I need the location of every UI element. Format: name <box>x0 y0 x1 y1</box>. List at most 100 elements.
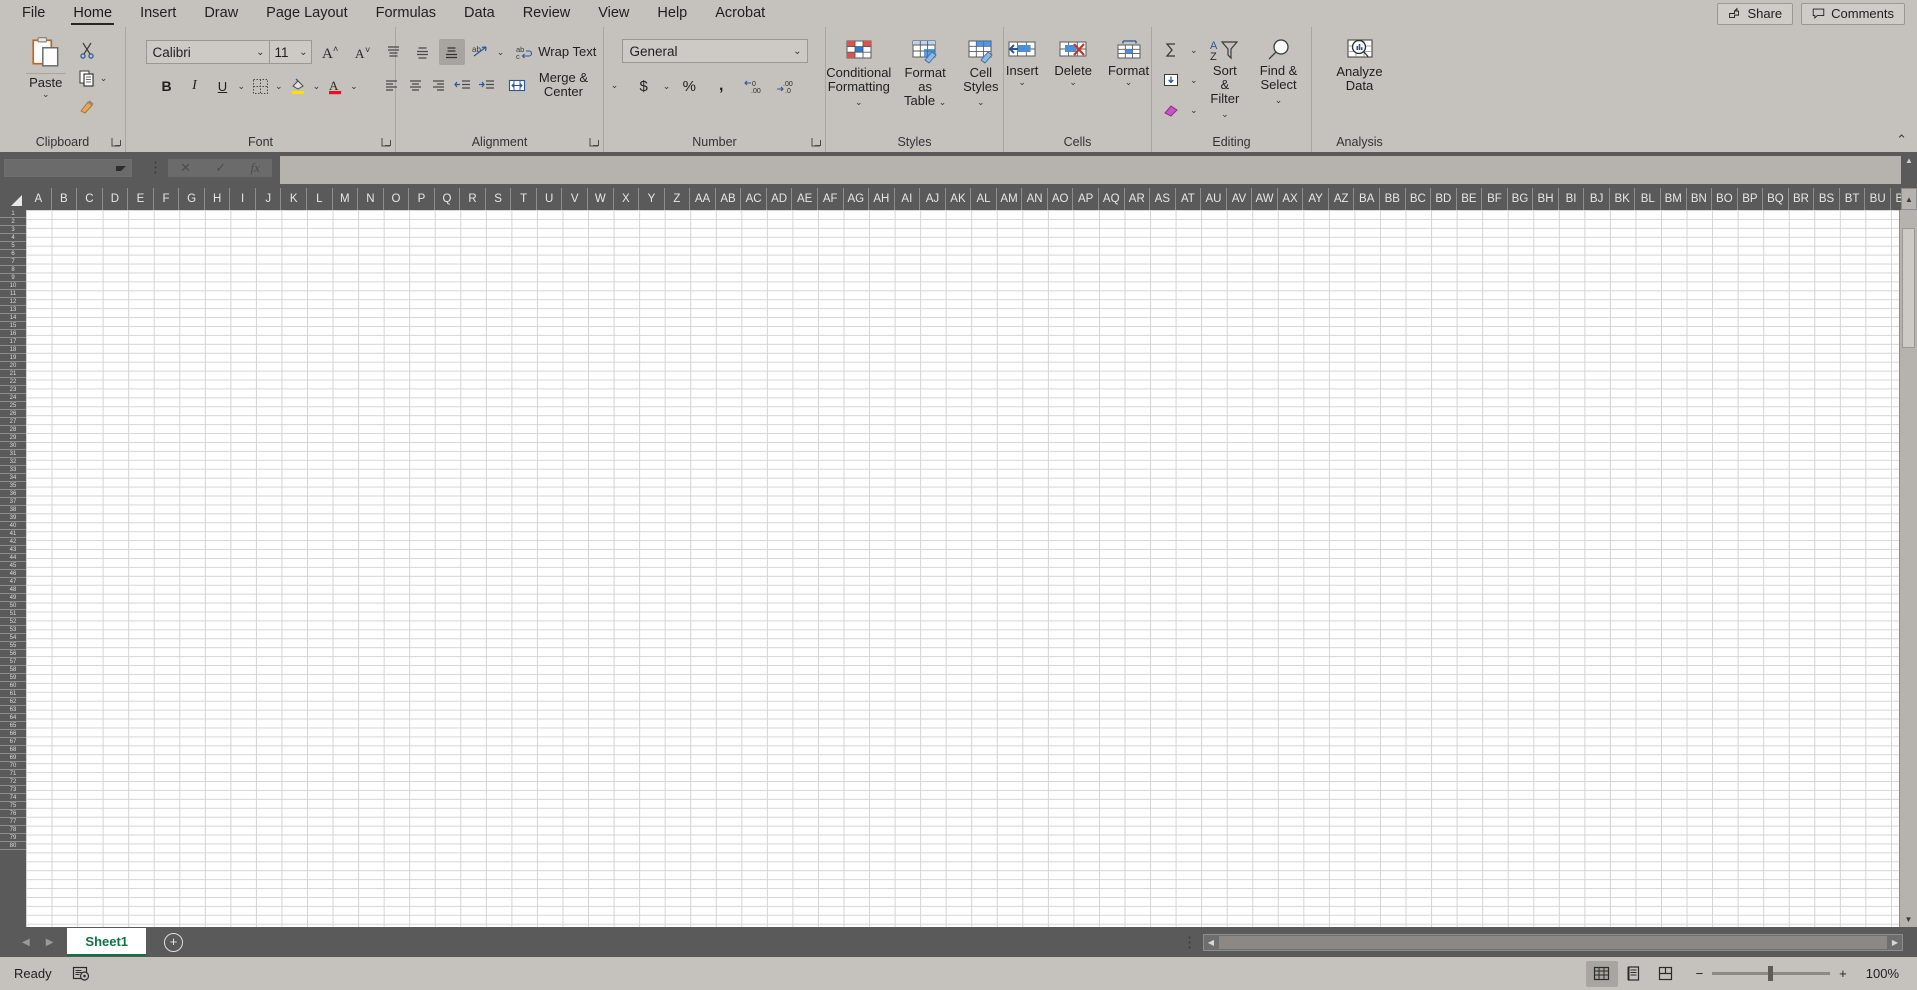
nav-prev-icon[interactable]: ◀ <box>22 937 30 948</box>
scroll-left-button[interactable]: ◀ <box>1204 938 1218 947</box>
row-header-50[interactable]: 50 <box>0 602 26 610</box>
horizontal-scrollbar[interactable]: ◀ ▶ <box>1203 933 1903 951</box>
row-header-48[interactable]: 48 <box>0 586 26 594</box>
row-header-31[interactable]: 31 <box>0 450 26 458</box>
italic-button[interactable]: I <box>182 73 208 99</box>
row-header-33[interactable]: 33 <box>0 466 26 474</box>
row-header-16[interactable]: 16 <box>0 330 26 338</box>
row-header-75[interactable]: 75 <box>0 802 26 810</box>
column-header-at[interactable]: AT <box>1176 188 1202 210</box>
row-header-14[interactable]: 14 <box>0 314 26 322</box>
zoom-out-button[interactable]: − <box>1696 966 1704 981</box>
chevron-down-icon[interactable]: ⌄ <box>663 82 671 91</box>
text-orientation-button[interactable]: ab <box>468 39 494 65</box>
row-header-19[interactable]: 19 <box>0 354 26 362</box>
grid-cells[interactable] <box>26 210 1899 927</box>
row-header-72[interactable]: 72 <box>0 778 26 786</box>
column-header-a[interactable]: A <box>26 188 52 210</box>
column-header-ab[interactable]: AB <box>716 188 742 210</box>
row-header-60[interactable]: 60 <box>0 682 26 690</box>
row-header-37[interactable]: 37 <box>0 498 26 506</box>
column-header-bl[interactable]: BL <box>1635 188 1661 210</box>
wrap-text-button[interactable]: ab c Wrap Text <box>507 44 596 61</box>
zoom-slider-thumb[interactable] <box>1768 966 1774 981</box>
analyze-data-button[interactable]: Analyze Data <box>1330 31 1388 96</box>
row-header-59[interactable]: 59 <box>0 674 26 682</box>
add-sheet-plus-icon[interactable]: + <box>164 932 184 952</box>
vertical-scrollbar-thumb[interactable] <box>1902 228 1915 348</box>
chevron-down-icon[interactable]: ⌄ <box>497 48 505 57</box>
column-header-bu[interactable]: BU <box>1865 188 1891 210</box>
formula-bar-grip[interactable]: ⋮ <box>148 160 163 176</box>
tab-help[interactable]: Help <box>643 0 701 27</box>
tab-view[interactable]: View <box>584 0 643 27</box>
tab-page-layout[interactable]: Page Layout <box>252 0 361 27</box>
column-header-v[interactable]: V <box>562 188 589 210</box>
align-left-button[interactable] <box>381 72 402 98</box>
column-header-br[interactable]: BR <box>1789 188 1815 210</box>
column-header-ai[interactable]: AI <box>895 188 921 210</box>
row-header-4[interactable]: 4 <box>0 234 26 242</box>
row-header-49[interactable]: 49 <box>0 594 26 602</box>
row-header-1[interactable]: 1 <box>0 210 26 218</box>
column-header-w[interactable]: W <box>588 188 614 210</box>
column-header-s[interactable]: S <box>486 188 512 210</box>
font-size-input[interactable]: 11 ⌄ <box>269 40 312 64</box>
column-header-x[interactable]: X <box>614 188 640 210</box>
row-header-66[interactable]: 66 <box>0 730 26 738</box>
row-header-35[interactable]: 35 <box>0 482 26 490</box>
chevron-down-icon[interactable]: ⌄ <box>238 82 246 91</box>
column-header-g[interactable]: G <box>179 188 205 210</box>
column-header-ad[interactable]: AD <box>767 188 793 210</box>
tab-home[interactable]: Home <box>59 0 126 27</box>
row-header-41[interactable]: 41 <box>0 530 26 538</box>
accounting-format-button[interactable]: $ <box>631 73 657 99</box>
row-header-2[interactable]: 2 <box>0 218 26 226</box>
row-header-47[interactable]: 47 <box>0 578 26 586</box>
column-header-e[interactable]: E <box>128 188 154 210</box>
chevron-down-icon[interactable]: ⌄ <box>350 82 358 91</box>
row-header-8[interactable]: 8 <box>0 266 26 274</box>
font-name-input[interactable]: Calibri ⌄ <box>145 40 270 64</box>
align-top-button[interactable] <box>381 39 407 65</box>
row-header-12[interactable]: 12 <box>0 298 26 306</box>
column-header-t[interactable]: T <box>511 188 537 210</box>
row-header-56[interactable]: 56 <box>0 650 26 658</box>
insert-cells-button[interactable]: Insert ⌄ <box>1000 35 1045 89</box>
scroll-right-button[interactable]: ▶ <box>1888 938 1902 947</box>
column-header-u[interactable]: U <box>537 188 563 210</box>
column-header-bo[interactable]: BO <box>1712 188 1738 210</box>
row-header-40[interactable]: 40 <box>0 522 26 530</box>
tab-data[interactable]: Data <box>450 0 509 27</box>
column-header-be[interactable]: BE <box>1457 188 1483 210</box>
column-header-r[interactable]: R <box>460 188 486 210</box>
column-header-b[interactable]: B <box>52 188 78 210</box>
column-header-bf[interactable]: BF <box>1482 188 1508 210</box>
borders-button[interactable] <box>247 73 273 99</box>
chevron-down-icon[interactable]: ⌄ <box>313 82 321 91</box>
column-header-av[interactable]: AV <box>1227 188 1253 210</box>
horizontal-split-grip[interactable]: ⋮ <box>1182 933 1203 951</box>
row-header-7[interactable]: 7 <box>0 258 26 266</box>
column-header-d[interactable]: D <box>103 188 129 210</box>
column-header-o[interactable]: O <box>384 188 410 210</box>
chevron-down-icon[interactable]: ⌄ <box>100 74 108 83</box>
format-painter-button[interactable] <box>74 93 100 119</box>
chevron-down-icon[interactable]: ⌄ <box>42 90 50 99</box>
column-header-aw[interactable]: AW <box>1252 188 1278 210</box>
align-middle-button[interactable] <box>410 39 436 65</box>
column-header-bn[interactable]: BN <box>1687 188 1713 210</box>
row-header-65[interactable]: 65 <box>0 722 26 730</box>
row-header-73[interactable]: 73 <box>0 786 26 794</box>
column-header-aa[interactable]: AA <box>690 188 716 210</box>
column-header-bi[interactable]: BI <box>1559 188 1585 210</box>
format-as-table-button[interactable]: Format as Table ⌄ <box>896 35 954 111</box>
column-header-ar[interactable]: AR <box>1125 188 1151 210</box>
format-cells-button[interactable]: Format ⌄ <box>1102 35 1155 89</box>
row-header-24[interactable]: 24 <box>0 394 26 402</box>
align-right-button[interactable] <box>428 72 449 98</box>
row-header-3[interactable]: 3 <box>0 226 26 234</box>
row-header-30[interactable]: 30 <box>0 442 26 450</box>
row-header-39[interactable]: 39 <box>0 514 26 522</box>
column-header-au[interactable]: AU <box>1201 188 1227 210</box>
